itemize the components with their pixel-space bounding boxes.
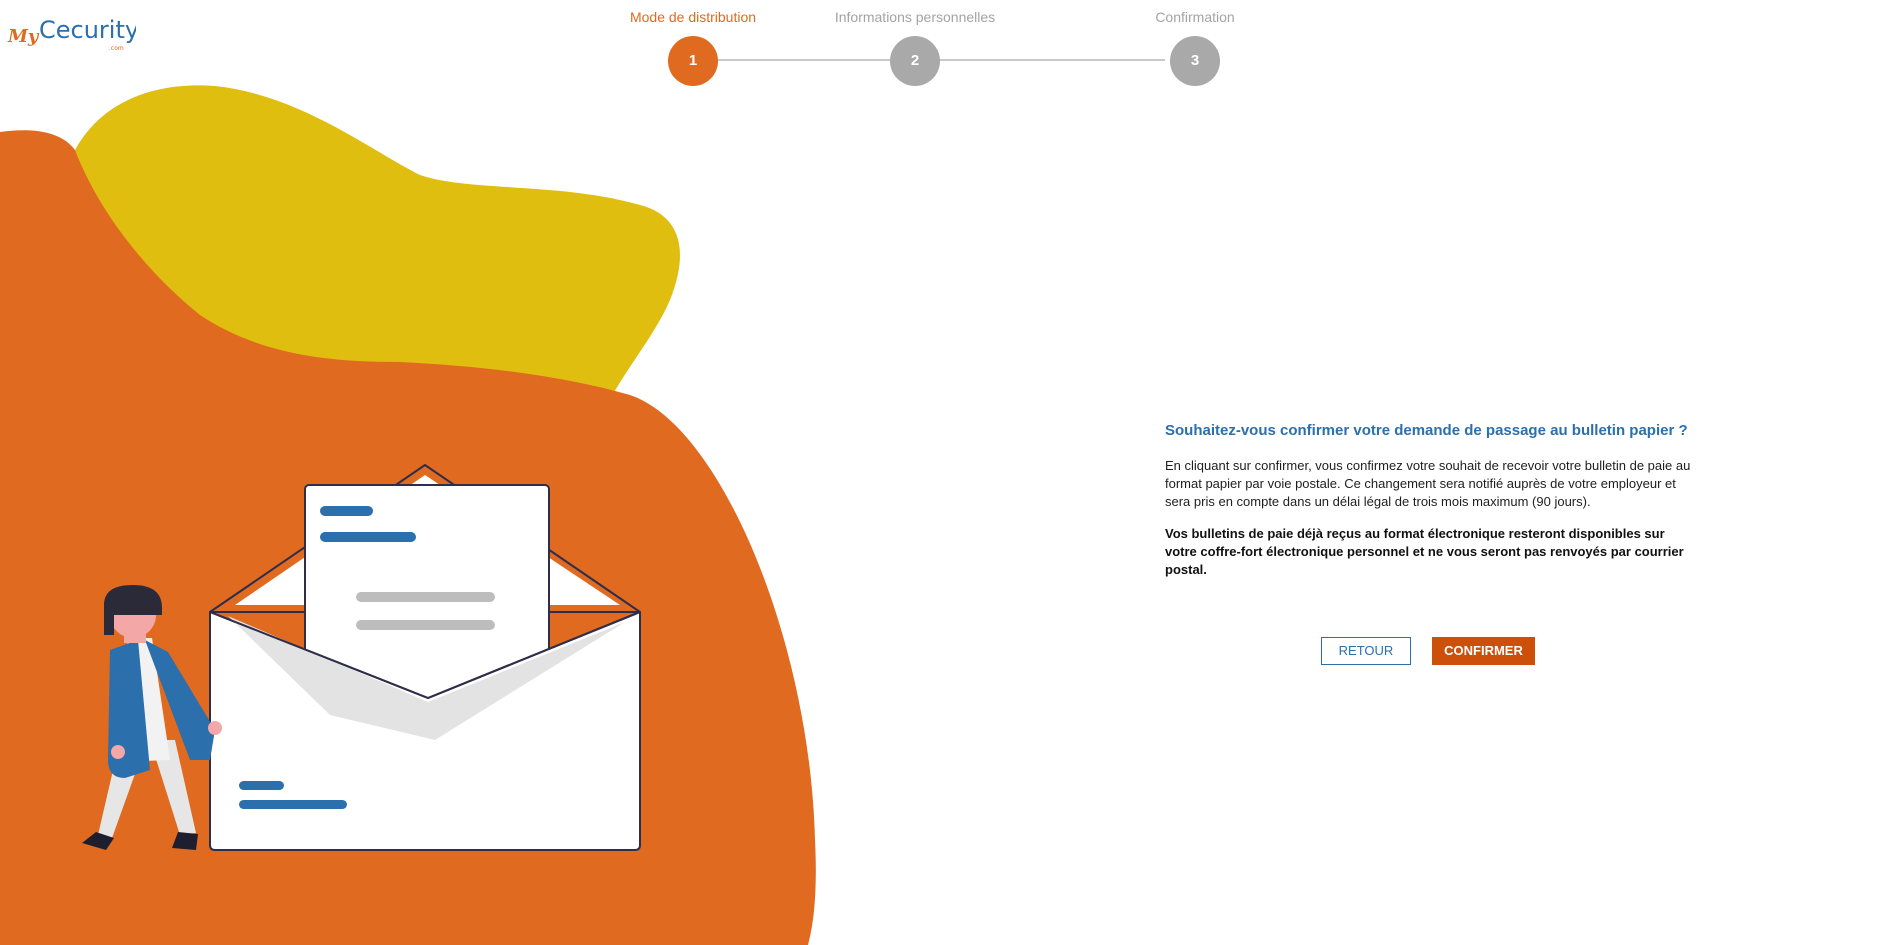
address-line	[239, 800, 347, 809]
confirmation-explanation: En cliquant sur confirmer, vous confirme…	[1165, 458, 1691, 509]
step-label: Informations personnelles	[834, 9, 996, 25]
letter-line	[320, 532, 416, 542]
step-confirmation: Confirmation 3	[1065, 0, 1325, 86]
step-personal-info: Informations personnelles 2	[785, 0, 1045, 86]
step-number: 2	[890, 36, 940, 86]
step-number: 1	[668, 36, 718, 86]
confirmation-note: Vos bulletins de paie déjà reçus au form…	[1165, 526, 1684, 577]
letter-line	[356, 592, 495, 602]
confirmation-question: Souhaitez-vous confirmer votre demande d…	[1165, 422, 1688, 439]
confirmation-panel: Souhaitez-vous confirmer votre demande d…	[1165, 421, 1695, 593]
step-distribution-mode: Mode de distribution 1	[563, 0, 823, 86]
progress-stepper: Mode de distribution 1 Informations pers…	[560, 0, 1270, 95]
letter-line	[320, 506, 373, 516]
step-label: Mode de distribution	[629, 9, 757, 25]
step-number: 3	[1170, 36, 1220, 86]
back-button[interactable]: RETOUR	[1321, 637, 1411, 665]
address-line	[239, 781, 284, 790]
step-label: Confirmation	[1155, 9, 1235, 25]
confirm-button[interactable]: CONFIRMER	[1432, 637, 1535, 665]
envelope-illustration	[0, 85, 816, 945]
letter-line	[356, 620, 495, 630]
